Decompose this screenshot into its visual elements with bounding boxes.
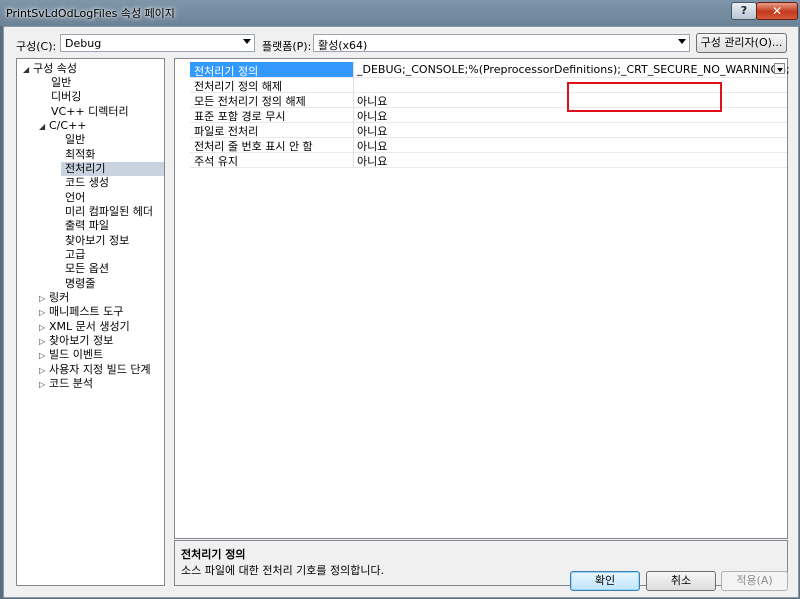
description-text: 소스 파일에 대한 전처리 기호를 정의합니다. — [181, 564, 385, 577]
property-name: 주석 유지 — [194, 155, 238, 168]
tree-item-browse[interactable]: ▷ 찾아보기 정보 — [39, 334, 113, 348]
platform-label: 플랫폼(P): — [262, 40, 312, 53]
title-bar: PrintSvLdOdLogFiles 속성 페이지 ? ✕ — [0, 0, 800, 26]
tree-item-code-analysis[interactable]: ▷ 코드 분석 — [39, 377, 93, 391]
dialog-body: 구성(C): Debug 플랫폼(P): 활성(x64) 구성 관리자(O)..… — [3, 26, 799, 598]
property-grid: 전처리기 정의 _DEBUG;_CONSOLE;%(PreprocessorDe… — [174, 58, 790, 539]
column-splitter — [353, 92, 354, 107]
collapsed-arrow-icon[interactable]: ▷ — [39, 292, 49, 306]
grid-row[interactable]: 전처리 줄 번호 표시 안 함 아니요 — [190, 137, 787, 153]
chevron-down-icon — [678, 39, 686, 44]
tree-item[interactable]: 출력 파일 — [65, 219, 109, 233]
tree-item[interactable]: 고급 — [65, 248, 85, 262]
collapsed-arrow-icon[interactable]: ▷ — [39, 335, 49, 349]
tree-item-manifest[interactable]: ▷ 매니페스트 도구 — [39, 305, 123, 319]
tree-item-preprocessor[interactable]: 전처리기 — [61, 162, 164, 176]
tree-item[interactable]: 모든 옵션 — [65, 262, 109, 276]
platform-select[interactable]: 활성(x64) — [313, 34, 690, 52]
configuration-manager-button[interactable]: 구성 관리자(O)... — [696, 33, 787, 53]
config-label: 구성(C): — [16, 40, 57, 53]
tree-item[interactable]: 일반 — [65, 133, 85, 147]
tree-root[interactable]: ◢ 구성 속성 — [23, 62, 77, 76]
dropdown-arrow-icon[interactable] — [774, 63, 785, 74]
column-splitter — [353, 77, 354, 92]
column-splitter — [353, 107, 354, 122]
tree-item[interactable]: 코드 생성 — [65, 176, 109, 190]
column-splitter — [353, 122, 354, 137]
config-value: Debug — [65, 37, 102, 50]
window-title: PrintSvLdOdLogFiles 속성 페이지 — [6, 7, 175, 20]
collapsed-arrow-icon[interactable]: ▷ — [39, 364, 49, 378]
tree-item-xml[interactable]: ▷ XML 문서 생성기 — [39, 320, 130, 334]
ok-button[interactable]: 확인 — [570, 571, 640, 591]
property-tree[interactable]: ◢ 구성 속성 일반 디버깅 VC++ 디렉터리 ◢ C/C++ 일반 최적화 전처… — [16, 58, 165, 586]
tree-item[interactable]: 찾아보기 정보 — [65, 234, 129, 248]
grid-row[interactable]: 파일로 전처리 아니요 — [190, 122, 787, 138]
tree-item[interactable]: 언어 — [65, 191, 85, 205]
apply-button[interactable]: 적용(A) — [721, 571, 788, 591]
help-button[interactable]: ? — [731, 2, 757, 20]
close-button[interactable]: ✕ — [756, 2, 798, 20]
tree-item[interactable]: 디버깅 — [51, 90, 81, 104]
config-select[interactable]: Debug — [60, 34, 255, 52]
chevron-down-icon — [243, 39, 251, 44]
property-value[interactable]: _DEBUG;_CONSOLE;%(PreprocessorDefinition… — [357, 63, 790, 76]
platform-value: 활성(x64) — [318, 39, 368, 52]
tree-item[interactable]: 명령줄 — [65, 277, 95, 291]
column-splitter — [353, 152, 354, 167]
grid-row-preprocessor-definitions[interactable]: 전처리기 정의 _DEBUG;_CONSOLE;%(PreprocessorDe… — [190, 62, 790, 78]
column-splitter[interactable] — [353, 62, 354, 77]
description-title: 전처리기 정의 — [181, 548, 246, 561]
collapsed-arrow-icon[interactable]: ▷ — [39, 306, 49, 320]
tree-item[interactable]: 최적화 — [65, 148, 95, 162]
expanded-arrow-icon[interactable]: ◢ — [39, 120, 49, 134]
highlight-annotation-box — [567, 82, 722, 112]
tree-item[interactable]: 일반 — [51, 76, 71, 90]
tree-item-cpp[interactable]: ◢ C/C++ — [39, 119, 87, 133]
tree-item-linker[interactable]: ▷ 링커 — [39, 291, 69, 305]
tree-item[interactable]: VC++ 디렉터리 — [51, 105, 129, 119]
column-splitter — [353, 137, 354, 152]
expanded-arrow-icon[interactable]: ◢ — [23, 63, 33, 77]
tree-item[interactable]: 미리 컴파일된 헤더 — [65, 205, 153, 219]
tree-item-custom-build[interactable]: ▷ 사용자 지정 빌드 단계 — [39, 363, 151, 377]
grid-row[interactable]: 주석 유지 아니요 — [190, 152, 787, 168]
cancel-button[interactable]: 취소 — [646, 571, 716, 591]
property-value[interactable]: 아니요 — [357, 153, 387, 169]
collapsed-arrow-icon[interactable]: ▷ — [39, 378, 49, 392]
collapsed-arrow-icon[interactable]: ▷ — [39, 321, 49, 335]
collapsed-arrow-icon[interactable]: ▷ — [39, 349, 49, 363]
tree-item-build-events[interactable]: ▷ 빌드 이벤트 — [39, 348, 103, 362]
